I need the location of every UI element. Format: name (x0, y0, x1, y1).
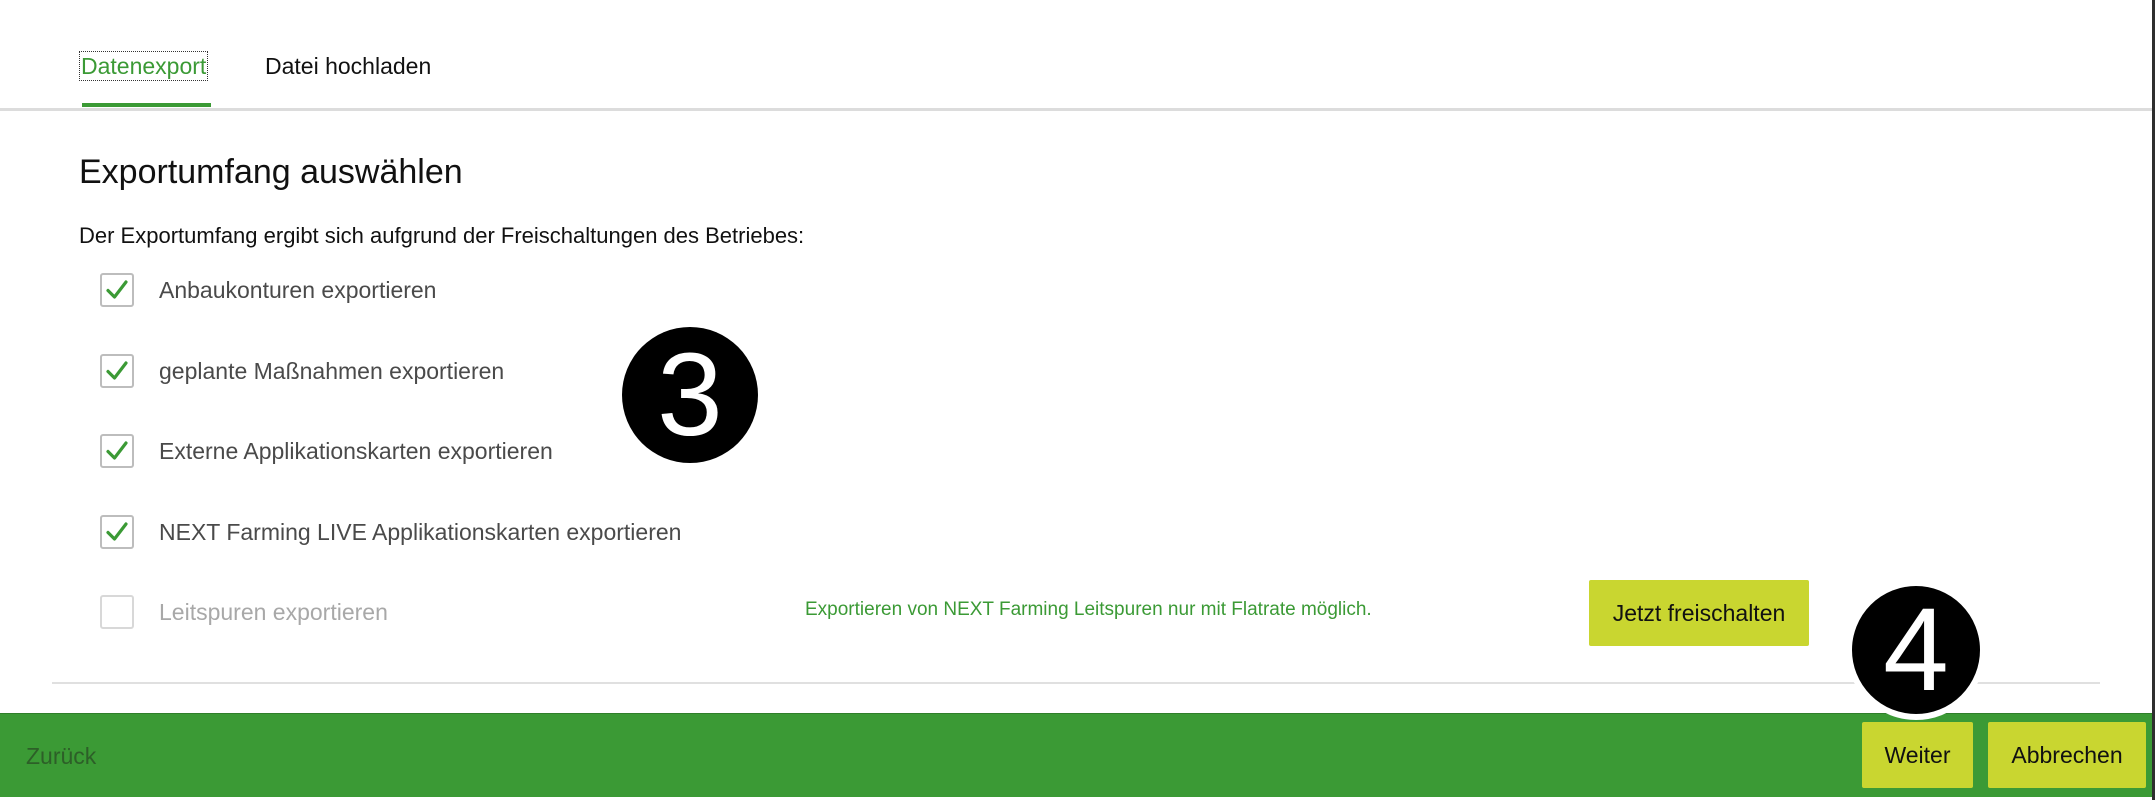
checkbox-geplante-massnahmen[interactable] (100, 354, 134, 388)
option-label: Externe Applikationskarten exportieren (159, 437, 553, 464)
step-badge-4: 4 (1846, 580, 1986, 720)
option-label: Anbaukonturen exportieren (159, 276, 437, 303)
option-anbaukonturen[interactable]: Anbaukonturen exportieren (100, 271, 436, 309)
checkmark-icon (106, 361, 128, 380)
checkbox-leitspuren (100, 595, 134, 629)
tab-bar: Datenexport Datei hochladen (0, 0, 2152, 111)
checkmark-icon (106, 522, 128, 541)
checkmark-icon (106, 441, 128, 460)
tab-datenexport[interactable]: Datenexport (78, 51, 209, 81)
option-label: Leitspuren exportieren (159, 598, 388, 625)
step-badge-3: 3 (622, 327, 758, 463)
option-externe-applikationskarten[interactable]: Externe Applikationskarten exportieren (100, 432, 553, 470)
option-live-applikationskarten[interactable]: NEXT Farming LIVE Applikationskarten exp… (100, 513, 681, 551)
checkbox-externe-applikationskarten[interactable] (100, 434, 134, 468)
option-label: geplante Maßnahmen exportieren (159, 357, 505, 384)
active-tab-indicator (82, 103, 211, 107)
section-title: Exportumfang auswählen (79, 153, 463, 191)
tab-datei-hochladen[interactable]: Datei hochladen (265, 52, 431, 80)
back-link[interactable]: Zurück (26, 742, 96, 770)
footer-bar: Zurück Weiter Abbrechen (0, 713, 2152, 797)
checkbox-anbaukonturen[interactable] (100, 273, 134, 307)
section-description: Der Exportumfang ergibt sich aufgrund de… (79, 223, 805, 248)
divider (52, 682, 2100, 684)
next-button[interactable]: Weiter (1862, 722, 1973, 788)
unlock-button[interactable]: Jetzt freischalten (1589, 580, 1809, 646)
option-leitspuren: Leitspuren exportieren (100, 593, 388, 631)
option-label: NEXT Farming LIVE Applikationskarten exp… (159, 518, 682, 545)
checkmark-icon (106, 280, 128, 299)
flatrate-note: Exportieren von NEXT Farming Leitspuren … (805, 599, 1372, 620)
option-geplante-massnahmen[interactable]: geplante Maßnahmen exportieren (100, 352, 504, 390)
cancel-button[interactable]: Abbrechen (1988, 722, 2146, 788)
checkbox-live-applikationskarten[interactable] (100, 515, 134, 549)
